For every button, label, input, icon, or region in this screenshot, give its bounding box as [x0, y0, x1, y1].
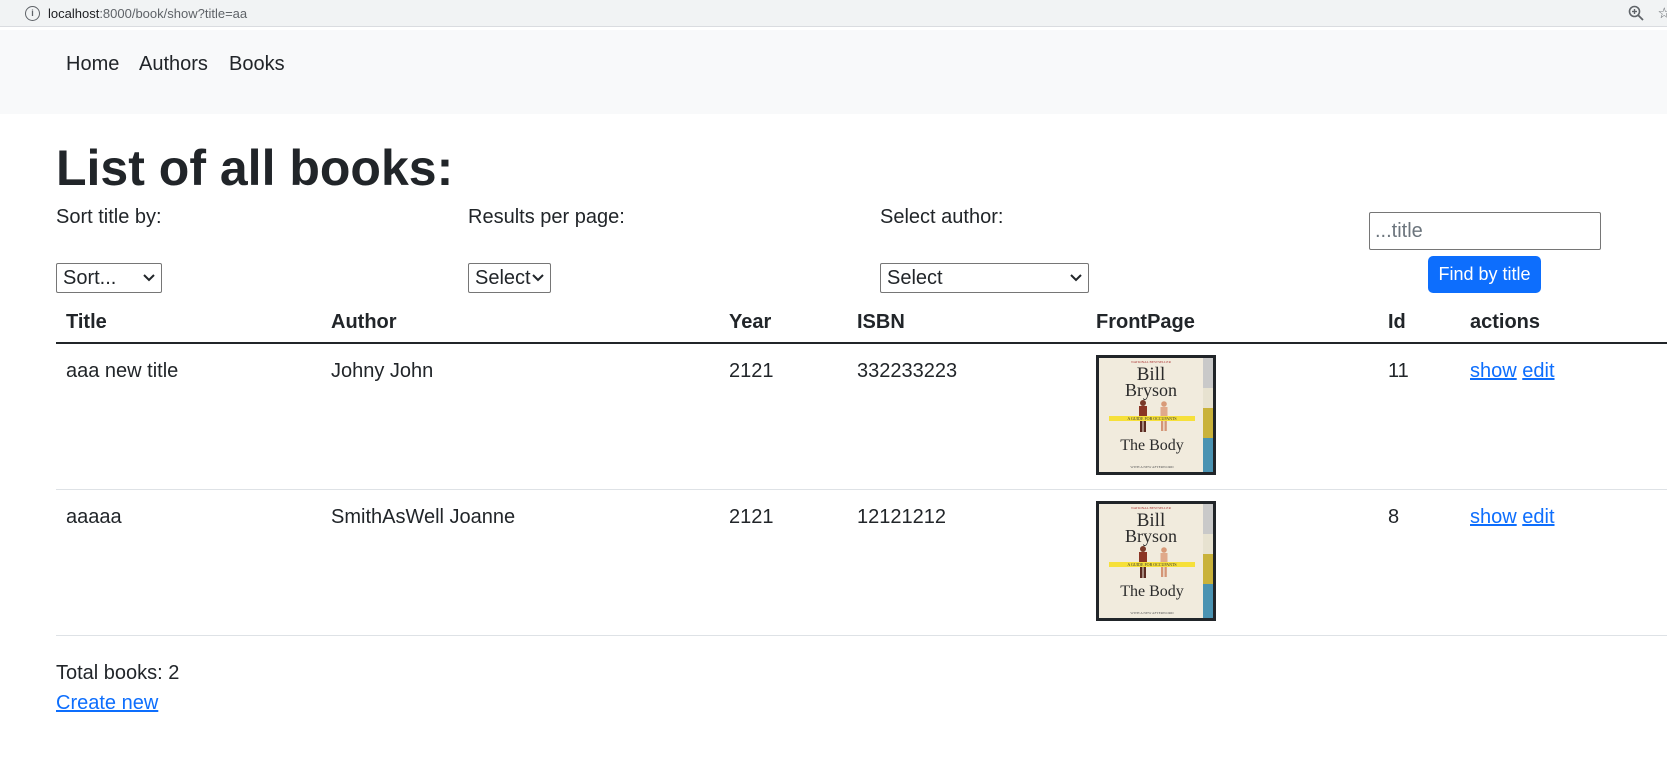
cover-bottom-line: WITH A NEW AFTERWORD: [1130, 465, 1174, 469]
per-page-select-value: Select: [475, 267, 531, 289]
page-title: List of all books:: [56, 140, 454, 196]
table-row: aaa new title Johny John 2121 332233223 …: [56, 344, 1667, 490]
cell-author: Johny John: [331, 360, 434, 382]
chevron-down-icon: [532, 274, 544, 282]
zoom-icon[interactable]: [1628, 5, 1644, 21]
sort-select-value: Sort...: [63, 267, 117, 289]
cell-id: 11: [1388, 360, 1409, 382]
header-title: Title: [66, 311, 107, 333]
cell-actions: show edit: [1470, 359, 1555, 383]
title-search-input[interactable]: [1369, 212, 1601, 250]
url-path: :8000/book/show?title=aa: [99, 5, 248, 21]
navbar: Home Authors Books: [0, 30, 1667, 114]
book-cover-image: NATIONAL BESTSELLER Bill Bryson A GUIDE …: [1096, 501, 1216, 621]
create-new-link[interactable]: Create new: [56, 691, 158, 715]
cell-isbn: 332233223: [857, 360, 958, 382]
chevron-down-icon: [1070, 274, 1082, 282]
table-row: aaaaa SmithAsWell Joanne 2121 12121212 N…: [56, 490, 1667, 636]
cell-author: SmithAsWell Joanne: [331, 506, 516, 528]
cell-isbn: 12121212: [857, 506, 946, 528]
cover-subtitle: A GUIDE FOR OCCUPANTS: [1127, 416, 1176, 421]
sort-label: Sort title by:: [56, 206, 162, 228]
header-id: Id: [1388, 311, 1406, 333]
cover-title: The Body: [1120, 583, 1184, 600]
book-cover-art: NATIONAL BESTSELLER Bill Bryson A GUIDE …: [1099, 504, 1213, 618]
header-author: Author: [331, 311, 397, 333]
book-cover-art: NATIONAL BESTSELLER Bill Bryson A GUIDE …: [1099, 358, 1213, 472]
cell-year: 2121: [729, 360, 774, 382]
nav-home-link[interactable]: Home: [66, 52, 119, 76]
bookmark-star-icon[interactable]: ☆: [1658, 4, 1667, 22]
author-label: Select author:: [880, 206, 1004, 228]
table-header-row: Title Author Year ISBN FrontPage Id acti…: [56, 300, 1667, 344]
header-year: Year: [729, 311, 772, 333]
cell-actions: show edit: [1470, 505, 1555, 529]
chevron-down-icon: [143, 274, 155, 282]
header-frontpage: FrontPage: [1096, 311, 1195, 333]
per-page-label: Results per page:: [468, 206, 625, 228]
cover-author-last: Bryson: [1125, 380, 1177, 400]
sort-select[interactable]: Sort...: [56, 263, 162, 293]
cover-bottom-line: WITH A NEW AFTERWORD: [1130, 611, 1174, 615]
info-icon[interactable]: i: [25, 5, 40, 21]
cell-id: 8: [1388, 506, 1400, 528]
edit-link[interactable]: edit: [1522, 360, 1554, 382]
show-link[interactable]: show: [1470, 506, 1517, 528]
cell-title: aaaaa: [66, 506, 122, 528]
nav-authors-link[interactable]: Authors: [139, 52, 208, 76]
author-select[interactable]: Select: [880, 263, 1089, 293]
find-by-title-button[interactable]: Find by title: [1428, 256, 1541, 293]
cell-year: 2121: [729, 506, 774, 528]
url-host: localhost: [48, 5, 100, 21]
header-isbn: ISBN: [857, 311, 905, 333]
cover-author-last: Bryson: [1125, 526, 1177, 546]
cell-title: aaa new title: [66, 360, 179, 382]
nav-books-link[interactable]: Books: [229, 52, 285, 76]
header-actions: actions: [1470, 311, 1541, 333]
total-books: Total books: 2: [56, 662, 180, 684]
book-cover-image: NATIONAL BESTSELLER Bill Bryson A GUIDE …: [1096, 355, 1216, 475]
browser-address-bar[interactable]: i localhost:8000/book/show?title=aa ☆: [0, 0, 1667, 27]
per-page-select[interactable]: Select: [468, 263, 551, 293]
author-select-value: Select: [887, 267, 943, 289]
cover-subtitle: A GUIDE FOR OCCUPANTS: [1127, 562, 1176, 567]
cover-title: The Body: [1120, 437, 1184, 454]
show-link[interactable]: show: [1470, 360, 1517, 382]
edit-link[interactable]: edit: [1522, 506, 1554, 528]
